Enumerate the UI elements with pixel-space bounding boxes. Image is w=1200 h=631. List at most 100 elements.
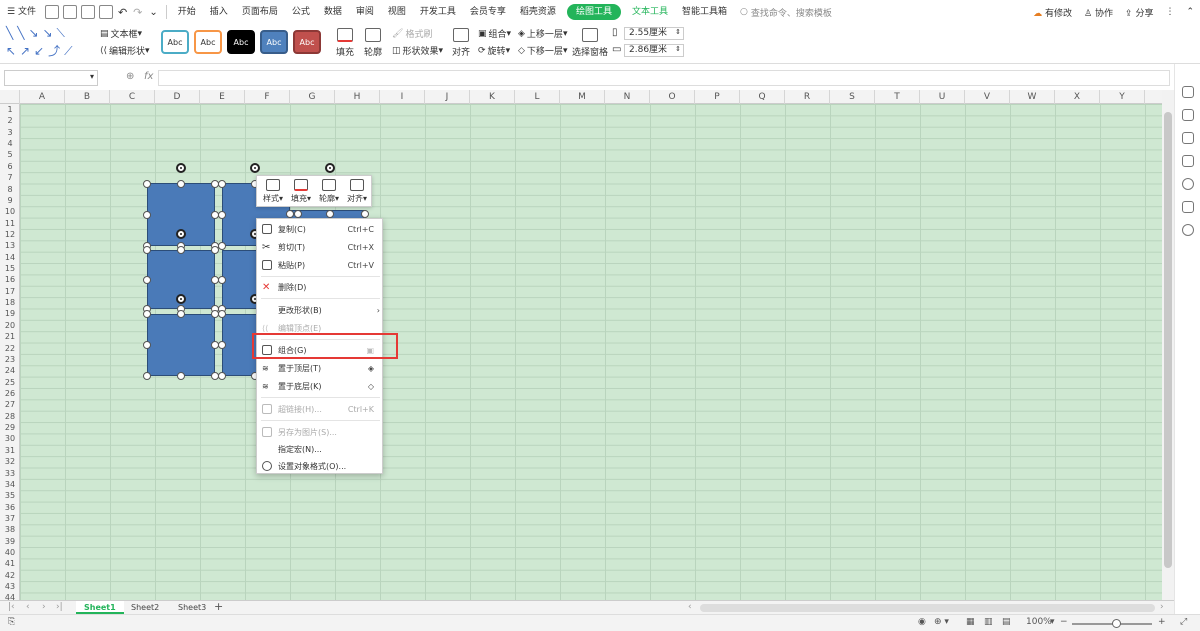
rotate-button[interactable]: ⟳ 旋转 ▾ — [478, 44, 510, 58]
scroll-left-icon[interactable]: ‹ — [688, 602, 692, 612]
resize-handle[interactable] — [143, 372, 151, 380]
row-header-4[interactable]: 4 — [0, 138, 20, 149]
row-header-8[interactable]: 8 — [0, 184, 20, 195]
row-header-6[interactable]: 6 — [0, 161, 20, 172]
rotate-handle-icon[interactable] — [176, 229, 186, 239]
page-layout-view-icon[interactable]: ▥ — [984, 617, 993, 627]
row-header-25[interactable]: 25 — [0, 377, 20, 388]
column-header-a[interactable]: A — [20, 90, 65, 104]
sheet-tab-2[interactable]: Sheet2 — [123, 601, 167, 614]
row-header-32[interactable]: 32 — [0, 456, 20, 467]
row-header-33[interactable]: 33 — [0, 468, 20, 479]
collapse-ribbon-icon[interactable]: ⌃ — [1186, 7, 1194, 17]
undo-icon[interactable]: ↶ — [118, 6, 127, 19]
tab-home[interactable]: 开始 — [171, 0, 203, 24]
resize-handle[interactable] — [143, 341, 151, 349]
row-header-23[interactable]: 23 — [0, 354, 20, 365]
row-header-43[interactable]: 43 — [0, 581, 20, 592]
line-shapes-gallery-bottom[interactable]: ↖↗↙⤴⟋ — [6, 42, 77, 59]
row-header-44[interactable]: 44 — [0, 592, 20, 600]
resize-handle[interactable] — [218, 211, 226, 219]
column-header-d[interactable]: D — [155, 90, 200, 104]
row-header-27[interactable]: 27 — [0, 399, 20, 410]
column-header-t[interactable]: T — [875, 90, 920, 104]
menu-item-paste[interactable]: 粘贴(P) Ctrl+V — [257, 256, 384, 274]
column-header-j[interactable]: J — [425, 90, 470, 104]
resize-handle[interactable] — [143, 211, 151, 219]
crop-panel-icon[interactable] — [1182, 155, 1194, 167]
resize-handle[interactable] — [218, 276, 226, 284]
menu-item-change-shape[interactable]: 更改形状(B) › — [257, 301, 384, 319]
row-header-12[interactable]: 12 — [0, 229, 20, 240]
column-header-r[interactable]: R — [785, 90, 830, 104]
tab-insert[interactable]: 插入 — [203, 0, 235, 24]
shape-style-5[interactable]: Abc — [293, 30, 321, 54]
column-header-x[interactable]: X — [1055, 90, 1100, 104]
column-header-b[interactable]: B — [65, 90, 110, 104]
tab-smart-tools[interactable]: 智能工具箱 — [675, 0, 734, 24]
column-header-m[interactable]: M — [560, 90, 605, 104]
column-header-c[interactable]: C — [110, 90, 155, 104]
add-sheet-icon[interactable]: + — [214, 600, 223, 613]
last-sheet-icon[interactable]: ›| — [56, 602, 63, 612]
column-header-e[interactable]: E — [200, 90, 245, 104]
name-box[interactable]: ▾ — [4, 70, 98, 86]
tab-page-layout[interactable]: 页面布局 — [235, 0, 285, 24]
row-header-34[interactable]: 34 — [0, 479, 20, 490]
row-header-29[interactable]: 29 — [0, 422, 20, 433]
row-header-40[interactable]: 40 — [0, 547, 20, 558]
modified-button[interactable]: ☁ 有修改 — [1033, 6, 1072, 19]
outline-button[interactable]: 轮廓 — [364, 28, 382, 58]
column-header-w[interactable]: W — [1010, 90, 1055, 104]
column-header-o[interactable]: O — [650, 90, 695, 104]
tab-docer[interactable]: 稻壳资源 — [513, 0, 563, 24]
send-backward-button[interactable]: ◇ 下移一层 ▾ — [518, 44, 567, 58]
shape-style-4[interactable]: Abc — [260, 30, 288, 54]
row-header-36[interactable]: 36 — [0, 502, 20, 513]
share-button[interactable]: ⇪ 分享 — [1125, 6, 1153, 19]
formula-input[interactable] — [158, 70, 1170, 86]
mini-align-button[interactable]: 对齐▾ — [343, 179, 371, 204]
rotate-handle-icon[interactable] — [250, 163, 260, 173]
preview-icon[interactable] — [98, 5, 113, 19]
row-header-10[interactable]: 10 — [0, 206, 20, 217]
column-header-h[interactable]: H — [335, 90, 380, 104]
resize-handle[interactable] — [294, 210, 302, 218]
resize-handle[interactable] — [177, 246, 185, 254]
select-panel-icon[interactable] — [1182, 109, 1194, 121]
menu-item-bring-to-front[interactable]: ≋ 置于顶层(T) ◈ — [257, 359, 384, 377]
fx-icon[interactable]: fx — [144, 71, 153, 82]
macro-record-icon[interactable]: ⎘ — [8, 617, 15, 627]
normal-view-icon[interactable]: ▦ — [966, 617, 975, 627]
style-panel-icon[interactable] — [1182, 86, 1194, 98]
zoom-out-icon[interactable]: − — [1060, 617, 1068, 627]
file-menu[interactable]: ☰ 文件 — [0, 0, 43, 24]
row-header-26[interactable]: 26 — [0, 388, 20, 399]
row-header-5[interactable]: 5 — [0, 149, 20, 160]
sheet-tab-3[interactable]: Sheet3 — [170, 601, 214, 614]
resize-handle[interactable] — [218, 310, 226, 318]
column-header-y[interactable]: Y — [1100, 90, 1145, 104]
settings-panel-icon[interactable] — [1182, 132, 1194, 144]
mini-fill-button[interactable]: 填充▾ — [287, 179, 315, 204]
resize-handle[interactable] — [218, 341, 226, 349]
row-header-30[interactable]: 30 — [0, 433, 20, 444]
column-header-l[interactable]: L — [515, 90, 560, 104]
rotate-handle-icon[interactable] — [176, 163, 186, 173]
column-header-k[interactable]: K — [470, 90, 515, 104]
tab-member[interactable]: 会员专享 — [463, 0, 513, 24]
help-panel-icon[interactable] — [1182, 178, 1194, 190]
edit-shape-button[interactable]: ⟨⟨ 编辑形状 ▾ — [100, 44, 150, 58]
resize-handle[interactable] — [218, 242, 226, 250]
resize-handle[interactable] — [177, 310, 185, 318]
menu-item-cut[interactable]: ✂ 剪切(T) Ctrl+X — [257, 238, 384, 256]
scroll-right-icon[interactable]: › — [1160, 602, 1164, 612]
row-header-14[interactable]: 14 — [0, 252, 20, 263]
row-header-1[interactable]: 1 — [0, 104, 20, 115]
resize-handle[interactable] — [177, 180, 185, 188]
align-button[interactable]: 对齐 — [452, 28, 470, 58]
column-header-v[interactable]: V — [965, 90, 1010, 104]
row-header-15[interactable]: 15 — [0, 263, 20, 274]
format-brush-button[interactable]: 🖌 格式刷 — [392, 27, 432, 41]
row-header-7[interactable]: 7 — [0, 172, 20, 183]
